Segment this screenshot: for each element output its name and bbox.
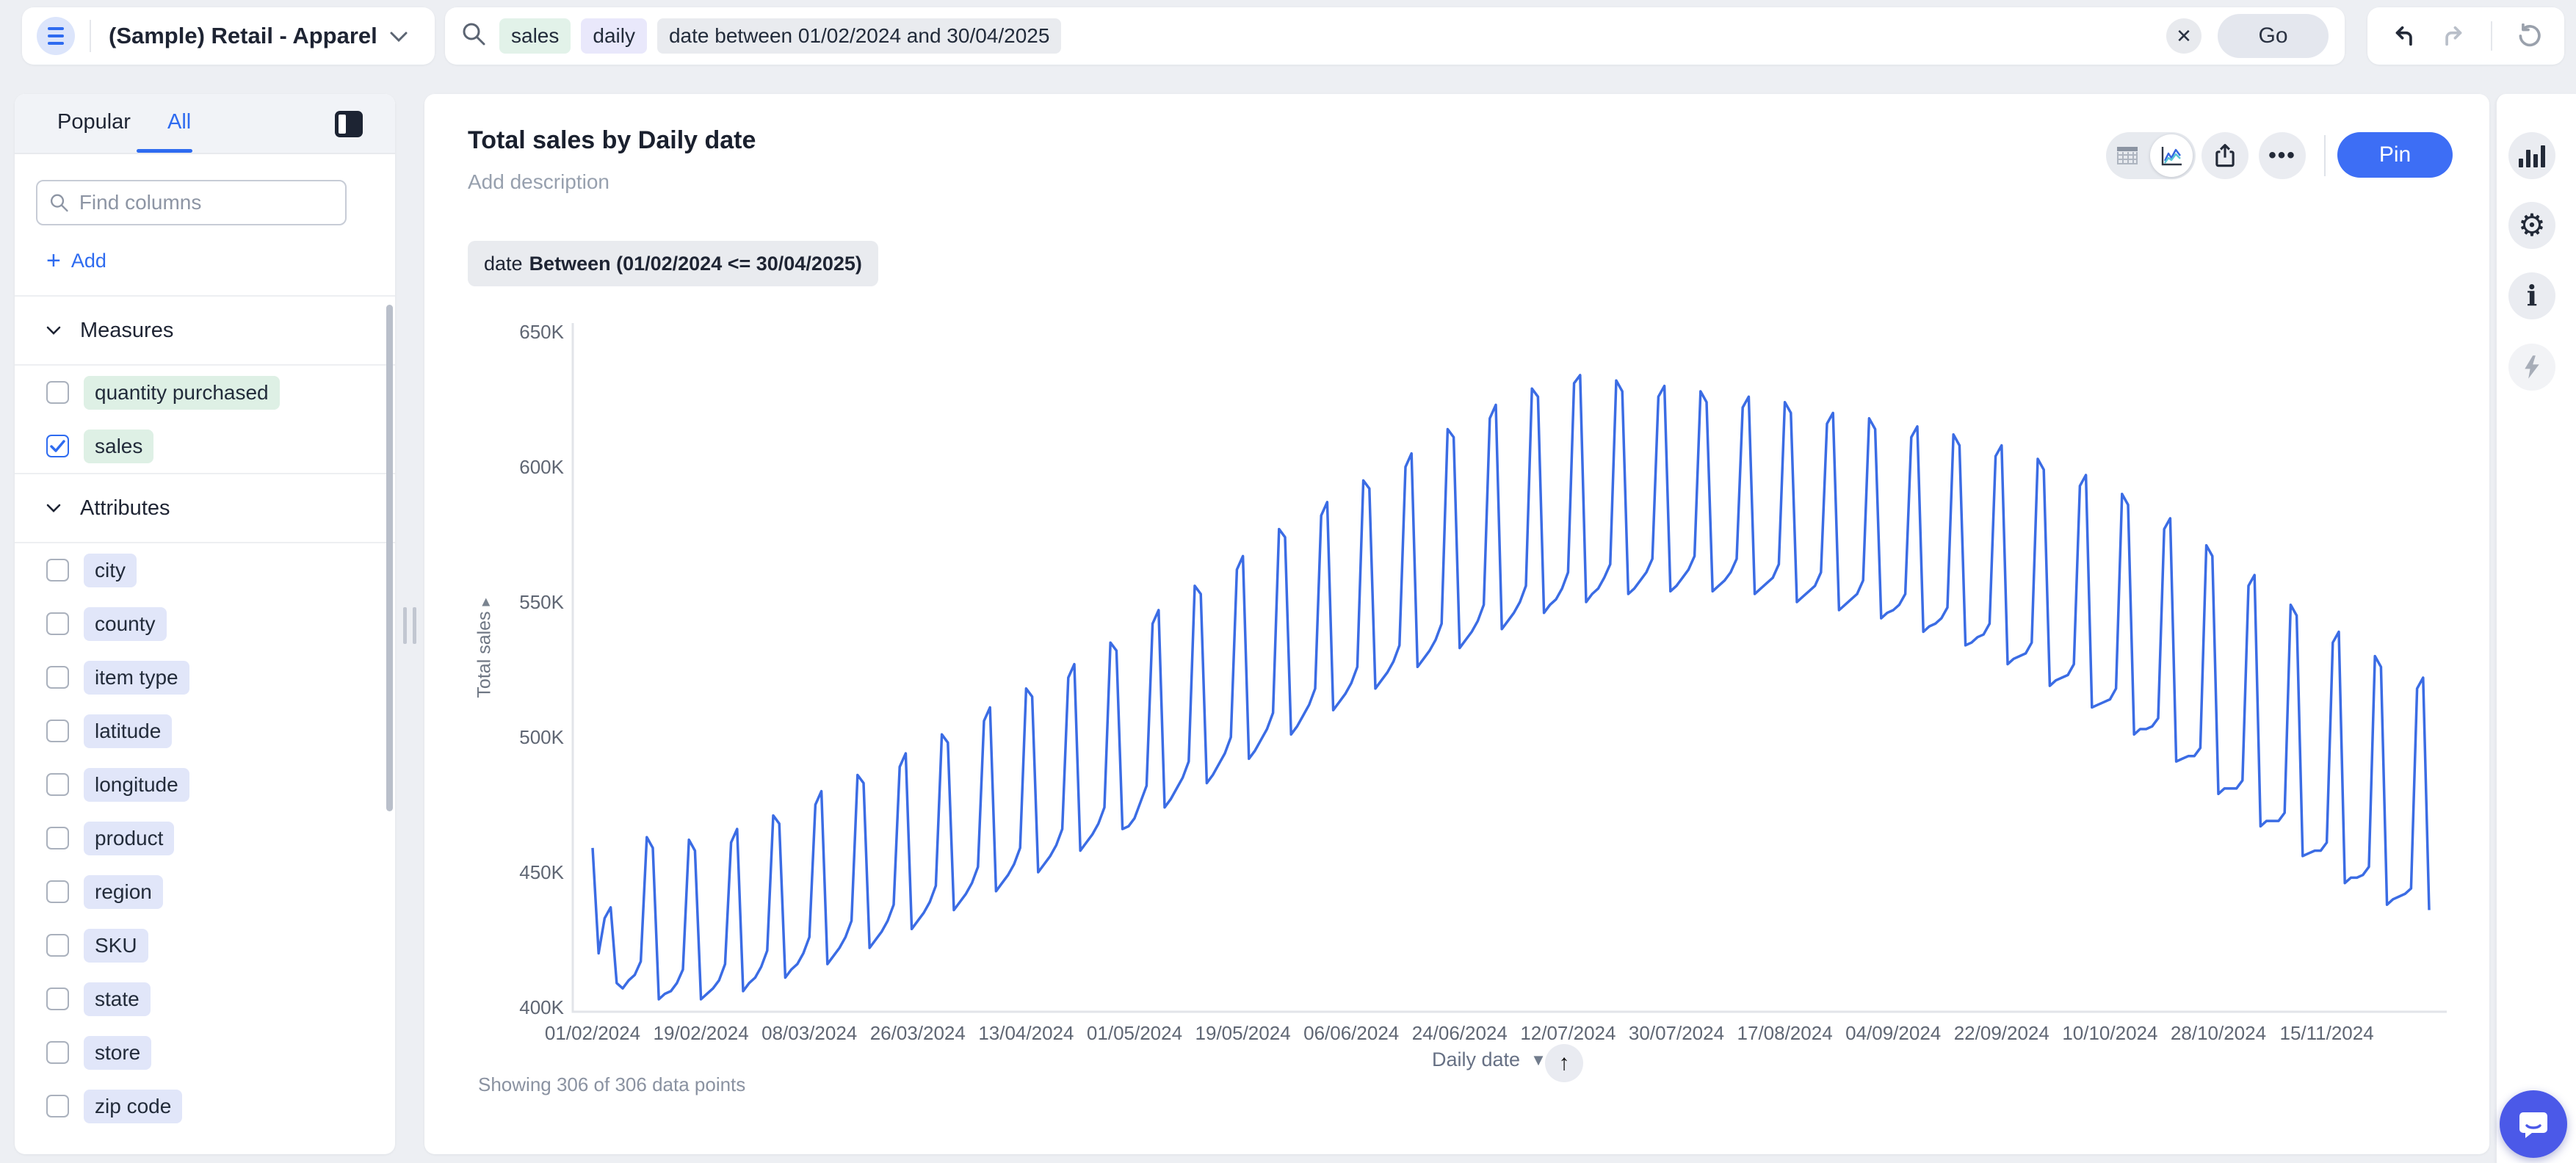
lightning-icon bbox=[2525, 355, 2539, 379]
y-axis-title[interactable]: Total sales ▸ bbox=[474, 575, 496, 722]
chart-config-button[interactable] bbox=[2508, 132, 2555, 179]
settings-button[interactable]: ⚙ bbox=[2508, 202, 2555, 249]
total-sales-line[interactable] bbox=[591, 374, 2431, 1001]
sort-ascending-button[interactable]: ↑ bbox=[1545, 1044, 1583, 1082]
chevron-down-icon: ▼ bbox=[1530, 1050, 1546, 1069]
chart-area: 650K 600K 550K 500K 450K 400K 01/02/2024 19/02… bbox=[0, 0, 2576, 1163]
right-toolbar: ⚙ i bbox=[2495, 94, 2576, 1163]
gear-icon: ⚙ bbox=[2518, 207, 2546, 243]
x-axis-field-selector[interactable]: Daily date ▼ bbox=[1432, 1048, 1546, 1071]
info-icon: i bbox=[2526, 279, 2538, 312]
chat-button[interactable] bbox=[2500, 1090, 2567, 1158]
spotiq-button[interactable] bbox=[2508, 344, 2555, 391]
info-button[interactable]: i bbox=[2508, 272, 2555, 319]
sales-line-chart[interactable] bbox=[0, 0, 2576, 1163]
chat-bubble-icon bbox=[2519, 1112, 2547, 1138]
axis-expand-icon: ▸ bbox=[475, 598, 494, 606]
bar-chart-icon bbox=[2519, 144, 2545, 167]
chart-axes bbox=[571, 323, 2447, 1013]
